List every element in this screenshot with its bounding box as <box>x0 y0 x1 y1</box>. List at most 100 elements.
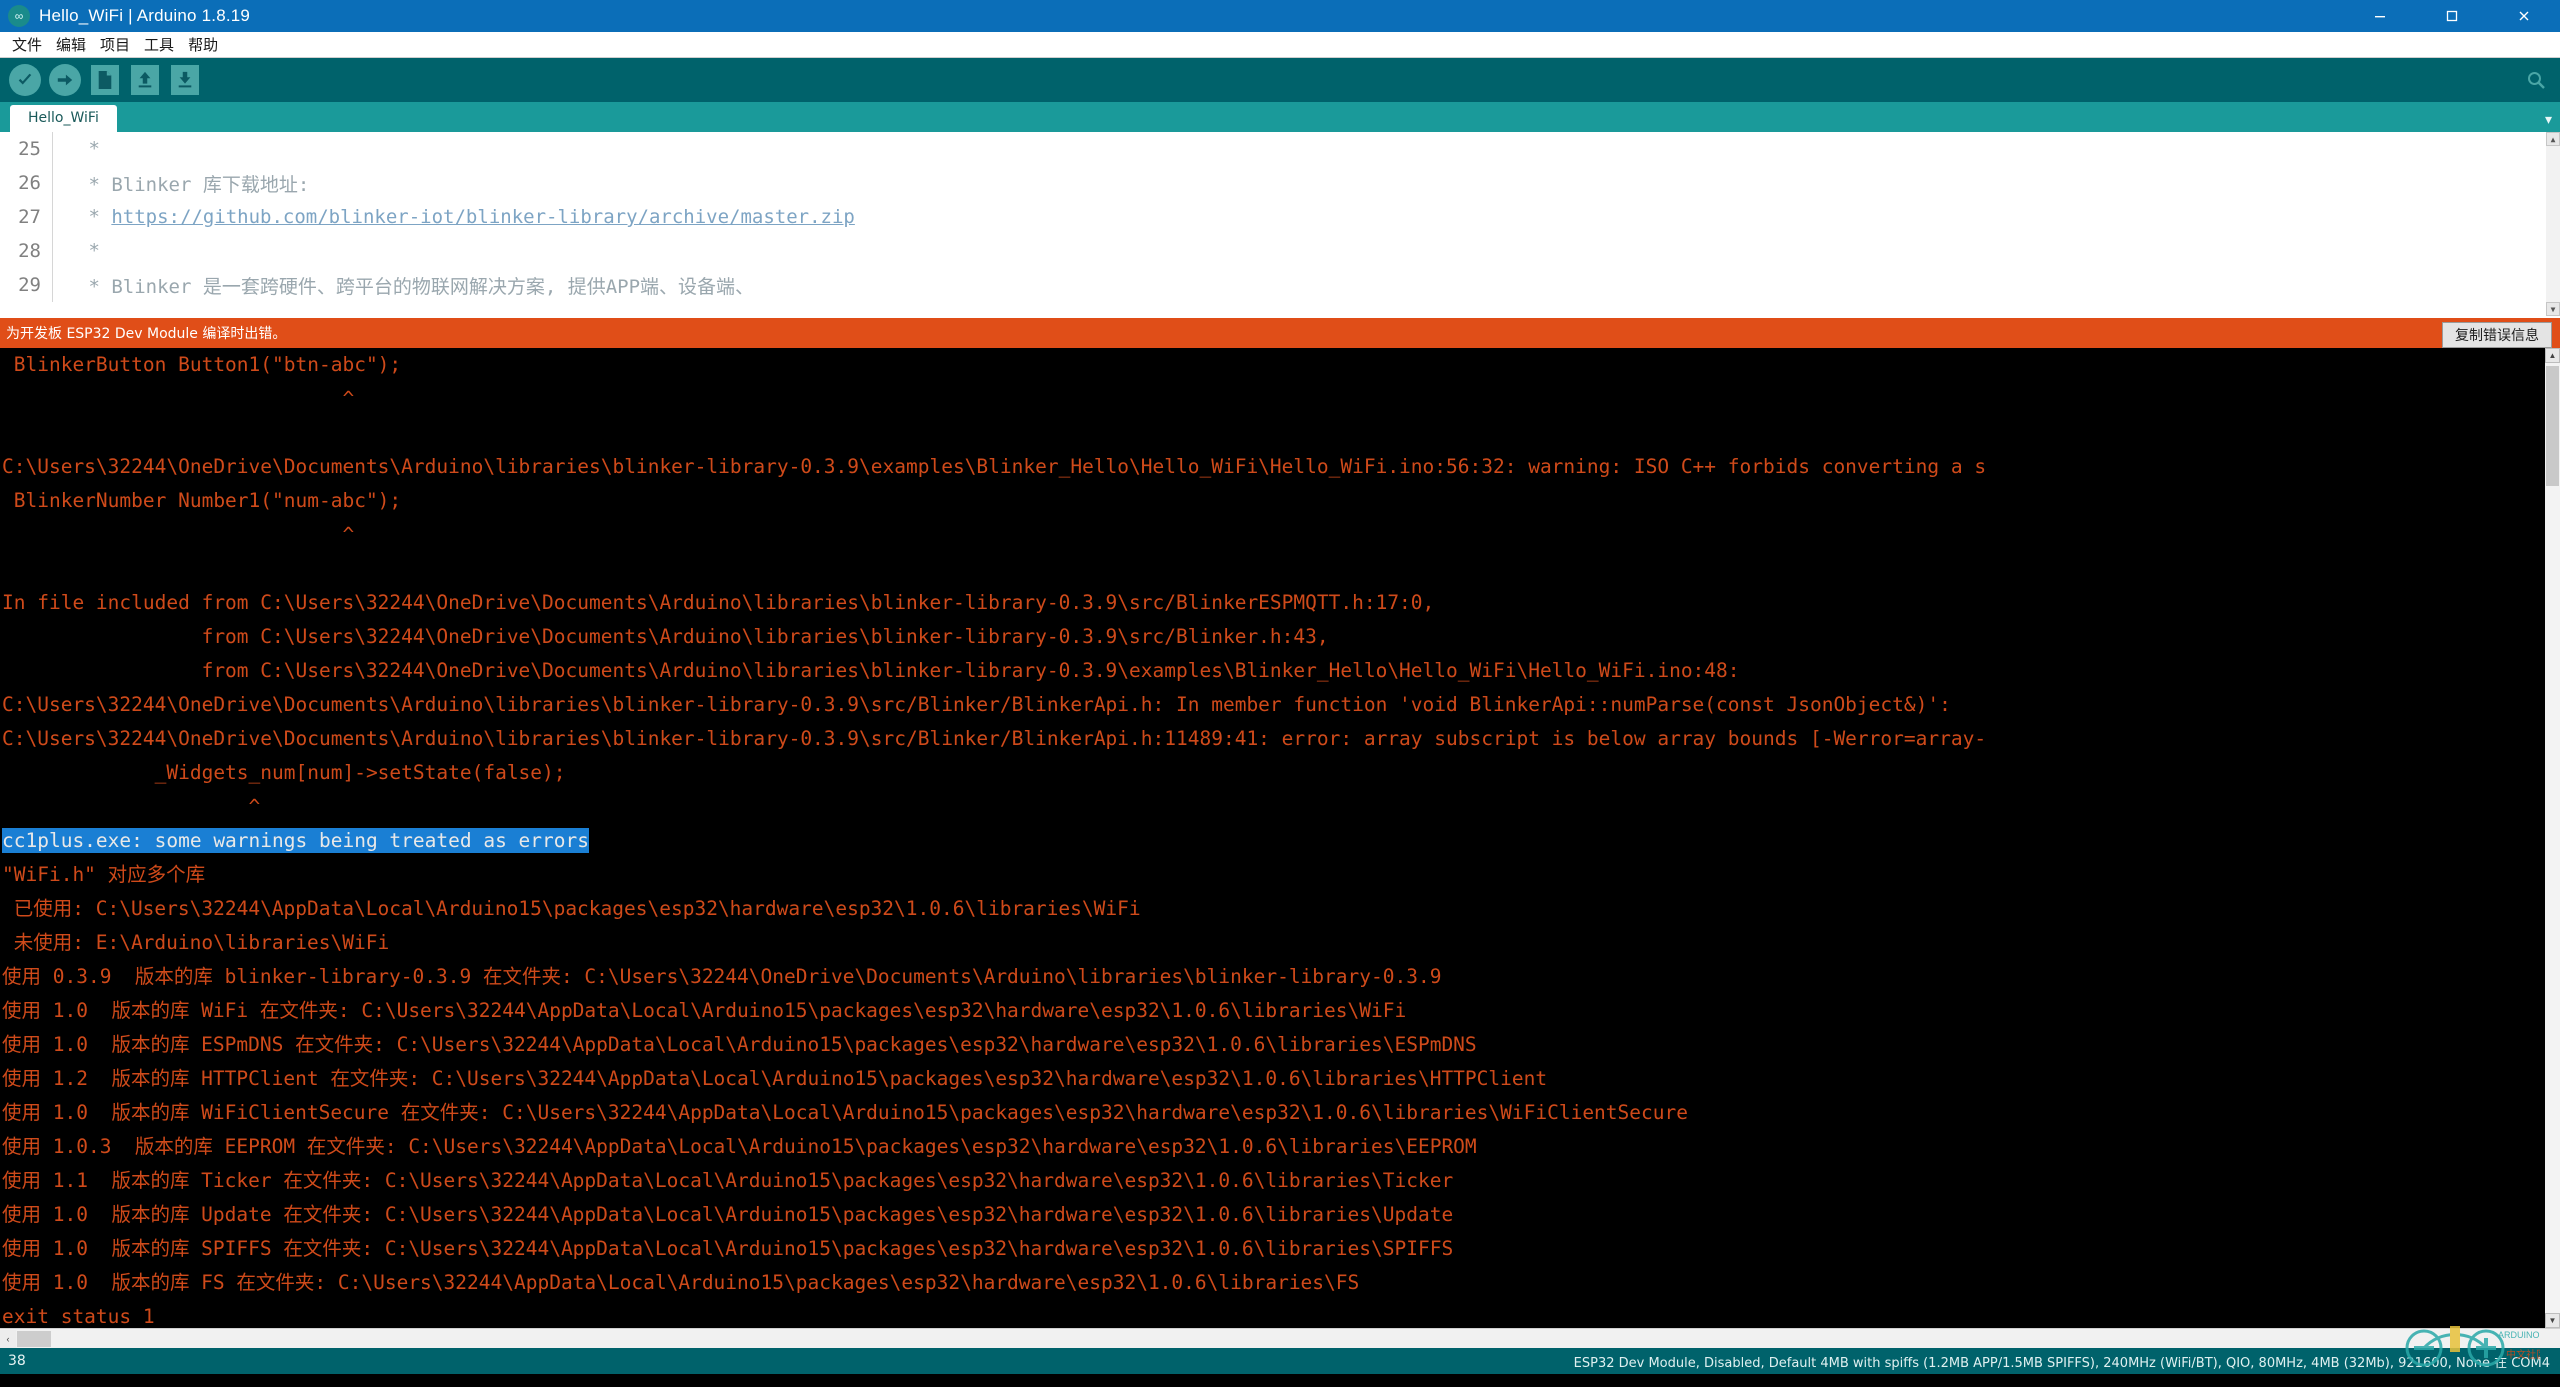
console-scrollbar-track[interactable] <box>2545 363 2560 1313</box>
new-button[interactable] <box>86 61 124 99</box>
console-line: cc1plus.exe: some warnings being treated… <box>0 824 2560 858</box>
code-line-text: * Blinker 是一套跨硬件、跨平台的物联网解决方案, 提供APP端、设备端… <box>77 275 755 298</box>
code-line-26: 26 * Blinker 库下载地址: <box>0 166 2560 200</box>
tab-dropdown-button[interactable]: ▾ <box>2545 111 2552 128</box>
menu-bar: 文件 编辑 项目 工具 帮助 <box>0 32 2560 58</box>
menu-item-tools[interactable]: 工具 <box>138 32 180 57</box>
console-line: C:\Users\32244\OneDrive\Documents\Arduin… <box>2 727 1987 750</box>
code-line-25: 25 * <box>0 132 2560 166</box>
console-line: 使用 0.3.9 版本的库 blinker-library-0.3.9 在文件夹… <box>2 965 1442 988</box>
toolbar <box>0 58 2560 102</box>
serial-monitor-button[interactable] <box>2522 66 2550 94</box>
code-line-29: 29 * Blinker 是一套跨硬件、跨平台的物联网解决方案, 提供APP端、… <box>0 268 2560 302</box>
console-line: BlinkerNumber Number1("num-abc"); <box>2 489 402 512</box>
window-title: Hello_WiFi | Arduino 1.8.19 <box>39 6 251 25</box>
code-line-text: * <box>77 240 100 262</box>
editor-scroll-up-button[interactable]: ▲ <box>2546 132 2560 146</box>
hscroll-left-button[interactable]: ‹ <box>0 1329 16 1348</box>
close-icon <box>2519 11 2529 21</box>
console-line: 使用 1.0 版本的库 ESPmDNS 在文件夹: C:\Users\32244… <box>2 1033 1477 1056</box>
console-line: "WiFi.h" 对应多个库 <box>2 863 206 886</box>
console-line: 使用 1.0 版本的库 FS 在文件夹: C:\Users\32244\AppD… <box>2 1271 1360 1294</box>
console-line: 使用 1.2 版本的库 HTTPClient 在文件夹: C:\Users\32… <box>2 1067 1548 1090</box>
line-number: 29 <box>18 274 41 296</box>
editor-scrollbar-track[interactable] <box>2546 146 2560 302</box>
error-status-bar: 为开发板 ESP32 Dev Module 编译时出错。 复制错误信息 <box>0 318 2560 348</box>
console-line: from C:\Users\32244\OneDrive\Documents\A… <box>2 659 1740 682</box>
console-line: 使用 1.0 版本的库 Update 在文件夹: C:\Users\32244\… <box>2 1203 1454 1226</box>
console-line-selection: cc1plus.exe: some warnings being treated… <box>2 828 589 853</box>
minimize-button[interactable] <box>2344 0 2416 32</box>
console-line: ^ <box>2 387 355 410</box>
editor-scroll-down-button[interactable]: ▼ <box>2546 302 2560 316</box>
console-line: 使用 1.0 版本的库 WiFi 在文件夹: C:\Users\32244\Ap… <box>2 999 1407 1022</box>
console-scroll-up-button[interactable]: ▲ <box>2545 348 2560 363</box>
open-button-bg <box>131 65 159 95</box>
console-output[interactable]: BlinkerButton Button1("btn-abc"); ^ C:\Us… <box>0 348 2560 1328</box>
error-message: 为开发板 ESP32 Dev Module 编译时出错。 <box>6 326 287 342</box>
line-number: 26 <box>18 172 41 194</box>
arrow-up-icon <box>138 71 152 88</box>
code-line-text: * Blinker 库下载地址: <box>77 173 310 196</box>
hscroll-thumb[interactable] <box>17 1330 51 1347</box>
console-line: ^ <box>2 523 355 546</box>
verify-button[interactable] <box>6 61 44 99</box>
console-line: C:\Users\32244\OneDrive\Documents\Arduin… <box>2 693 1951 716</box>
console-line: C:\Users\32244\OneDrive\Documents\Arduin… <box>2 455 1987 478</box>
upload-button-bg <box>49 64 81 96</box>
console-scroll-down-button[interactable]: ▼ <box>2545 1313 2560 1328</box>
serial-monitor-button-bg <box>2522 66 2550 94</box>
console-line: 未使用: E:\Arduino\libraries\WiFi <box>2 931 390 954</box>
arduino-ide-window: ∞ Hello_WiFi | Arduino 1.8.19 文件 编辑 项目 工… <box>0 0 2560 1387</box>
new-file-icon <box>98 71 112 89</box>
console-scrollbar-thumb[interactable] <box>2546 366 2559 486</box>
maximize-button[interactable] <box>2416 0 2488 32</box>
console-line: exit status 1 <box>2 1305 155 1328</box>
code-line-28: 28 * <box>0 234 2560 268</box>
console-line: ^ <box>2 795 261 818</box>
console-line: BlinkerButton Button1("btn-abc"); <box>2 353 402 376</box>
upload-button[interactable] <box>46 61 84 99</box>
save-button-bg <box>171 65 199 95</box>
horizontal-scrollbar[interactable]: ‹ <box>0 1328 2560 1348</box>
copy-error-button[interactable]: 复制错误信息 <box>2442 322 2552 348</box>
blinker-library-link[interactable]: https://github.com/blinker-iot/blinker-l… <box>111 206 855 228</box>
console-line: In file included from C:\Users\32244\One… <box>2 591 1435 614</box>
new-button-bg <box>91 65 119 95</box>
status-bar: 38 ESP32 Dev Module, Disabled, Default 4… <box>0 1326 2560 1374</box>
close-button[interactable] <box>2488 0 2560 32</box>
arrow-right-icon <box>57 74 73 86</box>
console-line: _Widgets_num[num]->setState(false); <box>2 761 566 784</box>
console-line: 使用 1.1 版本的库 Ticker 在文件夹: C:\Users\32244\… <box>2 1169 1454 1192</box>
open-button[interactable] <box>126 61 164 99</box>
code-line-prefix: * <box>77 206 112 228</box>
console-line: 使用 1.0.3 版本的库 EEPROM 在文件夹: C:\Users\3224… <box>2 1135 1477 1158</box>
line-number: 25 <box>18 138 41 160</box>
minimize-icon <box>2375 16 2385 18</box>
console-lines-container: BlinkerButton Button1("btn-abc"); ^ C:\Us… <box>0 348 2560 1328</box>
console-line: 使用 1.0 版本的库 SPIFFS 在文件夹: C:\Users\32244\… <box>2 1237 1454 1260</box>
cursor-line-number: 38 <box>8 1353 26 1369</box>
tab-hello-wifi[interactable]: Hello_WiFi <box>10 105 117 132</box>
serial-monitor-icon <box>2528 72 2545 89</box>
verify-button-bg <box>9 64 41 96</box>
arduino-logo-icon: ∞ <box>8 5 30 27</box>
code-editor[interactable]: 25 * 26 * Blinker 库下载地址: 27 * https://gi… <box>0 132 2560 318</box>
console-line: 已使用: C:\Users\32244\AppData\Local\Arduin… <box>2 897 1141 920</box>
tab-strip: Hello_WiFi ▾ <box>0 102 2560 132</box>
menu-item-edit[interactable]: 编辑 <box>50 32 92 57</box>
title-bar: ∞ Hello_WiFi | Arduino 1.8.19 <box>0 0 2560 32</box>
line-number: 28 <box>18 240 41 262</box>
code-line-text: * https://github.com/blinker-iot/blinker… <box>53 206 855 228</box>
arduino-logo-glyph: ∞ <box>14 9 24 23</box>
menu-item-help[interactable]: 帮助 <box>182 32 224 57</box>
console-line: 使用 1.0 版本的库 WiFiClientSecure 在文件夹: C:\Us… <box>2 1101 1688 1124</box>
menu-item-file[interactable]: 文件 <box>6 32 48 57</box>
save-button[interactable] <box>166 61 204 99</box>
console-line: from C:\Users\32244\OneDrive\Documents\A… <box>2 625 1329 648</box>
code-line-27: 27 * https://github.com/blinker-iot/blin… <box>0 200 2560 234</box>
menu-item-sketch[interactable]: 项目 <box>94 32 136 57</box>
line-number: 27 <box>18 206 41 228</box>
